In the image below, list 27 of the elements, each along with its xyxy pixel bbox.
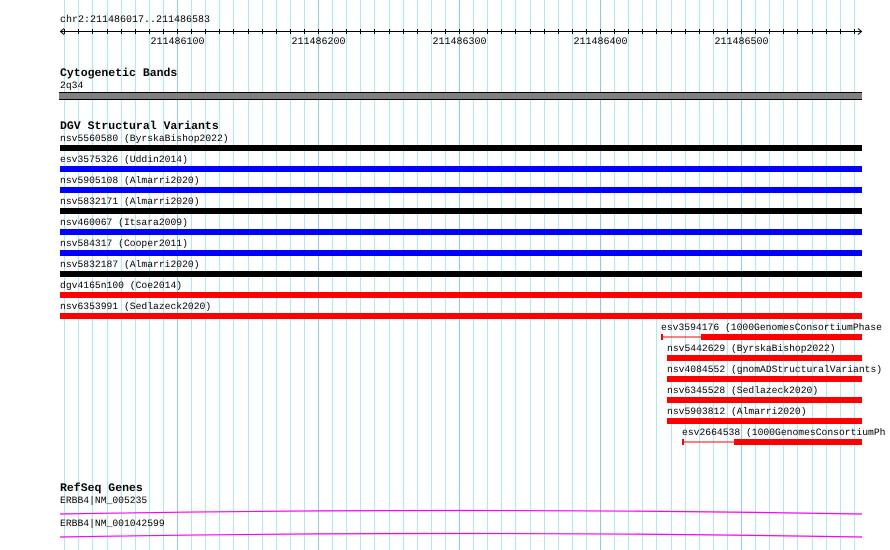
feature-label: nsv5905108 (Almarri2020) bbox=[60, 175, 200, 187]
location-label: chr2:211486017..211486583 bbox=[60, 15, 210, 27]
feature-label: esv3594176 (1000GenomesConsortiumPhase bbox=[661, 322, 882, 334]
feature-label: nsv5903812 (Almarri2020) bbox=[667, 406, 807, 418]
tick-label: 211486500 bbox=[714, 37, 768, 48]
feature-label: nsv4084552 (gnomADStructuralVariants) bbox=[667, 364, 882, 376]
feature-label: ERBB4|NM_001042599 bbox=[60, 518, 165, 530]
track-title: RefSeq Genes bbox=[60, 483, 143, 495]
tick-label: 211486300 bbox=[432, 37, 486, 48]
feature-label: ERBB4|NM_005235 bbox=[60, 495, 148, 507]
feature-label: dgv4165n100 (Coe2014) bbox=[60, 280, 182, 292]
feature-label: 2q34 bbox=[60, 80, 84, 92]
feature-label: nsv6345528 (Sedlazeck2020) bbox=[667, 385, 818, 397]
feature-label: esv2664538 (1000GenomesConsortiumPh bbox=[682, 427, 886, 439]
feature-label: nsv5560580 (ByrskaBishop2022) bbox=[60, 133, 229, 145]
feature-label: nsv460067 (Itsara2009) bbox=[60, 217, 188, 229]
feature-label: nsv5832187 (Almarri2020) bbox=[60, 259, 200, 271]
feature-label: nsv5442629 (ByrskaBishop2022) bbox=[667, 343, 836, 355]
track-title: DGV Structural Variants bbox=[60, 121, 219, 133]
feature-label: nsv584317 (Cooper2011) bbox=[60, 238, 188, 250]
tick-label: 211486400 bbox=[574, 37, 628, 48]
feature-label: nsv5832171 (Almarri2020) bbox=[60, 196, 200, 208]
feature-label: nsv6353991 (Sedlazeck2020) bbox=[60, 301, 212, 313]
tick-label: 211486100 bbox=[150, 37, 204, 48]
track-title: Cytogenetic Bands bbox=[60, 68, 178, 80]
tick-label: 211486200 bbox=[292, 37, 346, 48]
feature-label: esv3575326 (Uddin2014) bbox=[60, 154, 188, 166]
